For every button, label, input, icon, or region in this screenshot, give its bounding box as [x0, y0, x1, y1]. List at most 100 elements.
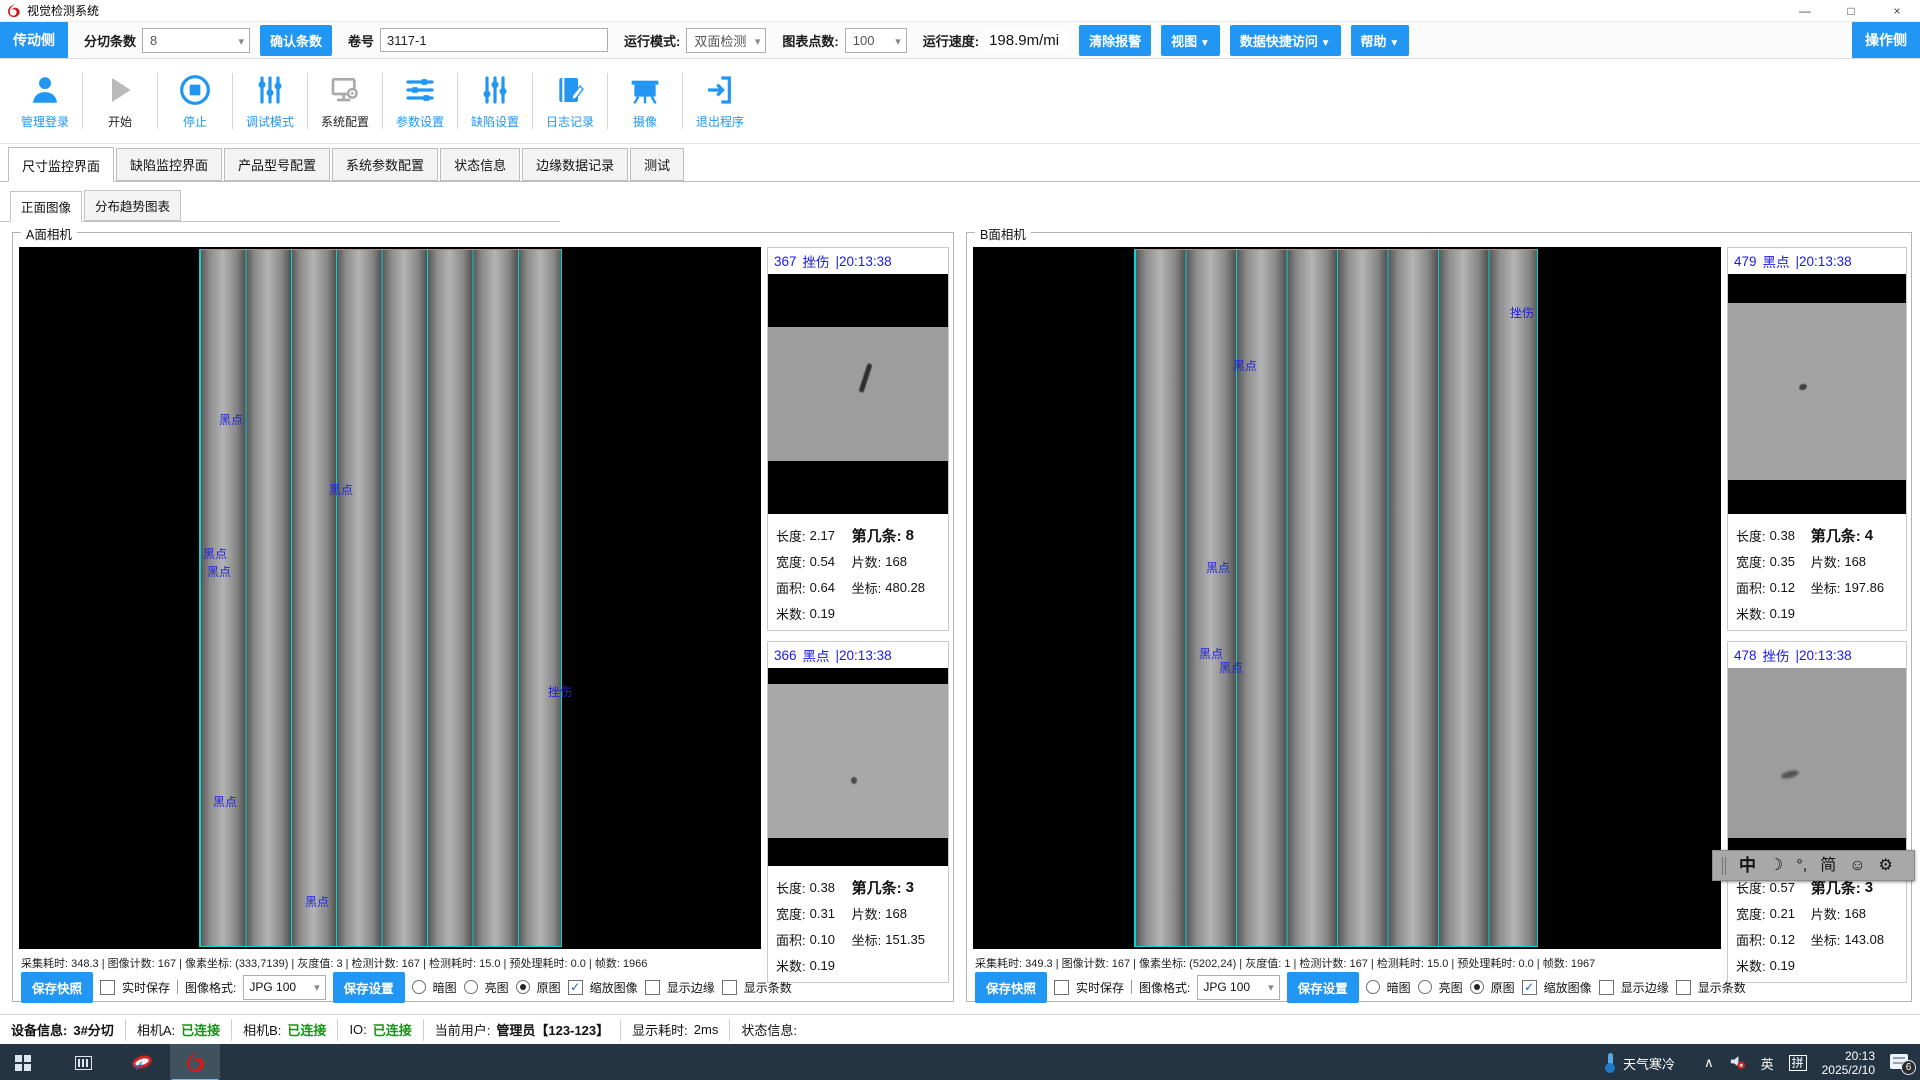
tab-system-param-config[interactable]: 系统参数配置: [332, 148, 438, 181]
bright-image-radio[interactable]: [1418, 980, 1432, 994]
start-button[interactable]: 开始: [83, 59, 157, 143]
debug-mode-button[interactable]: 调试模式: [233, 59, 307, 143]
image-format-label: 图像格式:: [1139, 979, 1190, 996]
tab-defect-monitor[interactable]: 缺陷监控界面: [116, 148, 222, 181]
icon-label: 管理登录: [21, 113, 69, 130]
defect-settings-button[interactable]: 缺陷设置: [458, 59, 532, 143]
tab-product-model-config[interactable]: 产品型号配置: [224, 148, 330, 181]
log-record-button[interactable]: 日志记录: [533, 59, 607, 143]
system-config-button[interactable]: 系统配置: [308, 59, 382, 143]
save-settings-button[interactable]: 保存设置: [333, 972, 405, 1003]
defect-card[interactable]: 478 挫伤 |20:13:38 长度:0.57 宽度:0.21 面积:0.12…: [1727, 641, 1907, 983]
stat-value: 0.19: [1770, 958, 1795, 973]
defect-card[interactable]: 367 挫伤 |20:13:38 长度:2.17 宽度:0.54 面积:0.64…: [767, 247, 949, 631]
image-format-select[interactable]: JPG 100: [1197, 975, 1279, 1000]
tray-expand-icon[interactable]: ∧: [1704, 1055, 1714, 1071]
show-strip-count-checkbox[interactable]: [722, 980, 737, 995]
stop-button[interactable]: 停止: [158, 59, 232, 143]
punctuation-toggle[interactable]: °,: [1796, 858, 1807, 874]
sliders-vertical-icon: [477, 72, 513, 108]
view-menu-button[interactable]: 视图: [1161, 25, 1220, 56]
clock-time: 20:13: [1822, 1049, 1875, 1063]
drive-side-button[interactable]: 传动侧: [0, 22, 68, 58]
taskbar-clock[interactable]: 20:13 2025/2/10: [1822, 1049, 1875, 1077]
admin-login-button[interactable]: 管理登录: [8, 59, 82, 143]
zoom-image-checkbox[interactable]: [568, 980, 583, 995]
data-quick-access-menu-button[interactable]: 数据快捷访问: [1230, 25, 1341, 56]
task-view-button[interactable]: [60, 1044, 106, 1080]
device-info: 设备信息: 3#分切: [0, 1019, 126, 1041]
realtime-save-checkbox[interactable]: [100, 980, 115, 995]
save-settings-button[interactable]: 保存设置: [1287, 972, 1359, 1003]
original-image-radio[interactable]: [516, 980, 530, 994]
volume-muted-icon[interactable]: [1729, 1053, 1746, 1073]
chart-points-select[interactable]: 100: [845, 28, 907, 53]
weather-widget[interactable]: 天气寒冷: [1603, 1053, 1675, 1073]
defect-card[interactable]: 479 黑点 |20:13:38 长度:0.38 宽度:0.35 面积:0.12…: [1727, 247, 1907, 631]
notification-center-button[interactable]: 6: [1890, 1054, 1912, 1072]
save-snapshot-button[interactable]: 保存快照: [975, 972, 1047, 1003]
stat-label: 面积:: [776, 930, 806, 949]
maximize-button[interactable]: □: [1828, 0, 1874, 21]
run-mode-select[interactable]: 双面检测: [686, 28, 766, 53]
realtime-save-checkbox[interactable]: [1054, 980, 1069, 995]
exit-program-button[interactable]: 退出程序: [683, 59, 757, 143]
image-format-value: JPG 100: [1203, 980, 1250, 994]
help-menu-button[interactable]: 帮助: [1351, 25, 1410, 56]
tab-test[interactable]: 测试: [630, 148, 684, 181]
snipping-tool-button[interactable]: ✂: [120, 1044, 166, 1080]
icon-label: 停止: [183, 113, 207, 130]
panel-camera-a: A面相机 黑点黑点黑点黑点挫伤黑点黑点 367 挫伤 |20:13:38 长度:…: [12, 232, 954, 1002]
moon-icon[interactable]: ☽: [1769, 858, 1783, 874]
gear-icon[interactable]: ⚙: [1879, 858, 1893, 874]
original-image-radio[interactable]: [1470, 980, 1484, 994]
show-strip-count-checkbox[interactable]: [1676, 980, 1691, 995]
input-language-indicator[interactable]: 英: [1761, 1054, 1774, 1073]
dark-image-radio[interactable]: [412, 980, 426, 994]
zoom-image-checkbox[interactable]: [1522, 980, 1537, 995]
close-button[interactable]: ×: [1874, 0, 1920, 21]
image-format-label: 图像格式:: [185, 979, 236, 996]
roll-number-input[interactable]: [380, 28, 608, 52]
defect-sidebar-a: 367 挫伤 |20:13:38 长度:2.17 宽度:0.54 面积:0.64…: [767, 247, 949, 993]
minimize-button[interactable]: —: [1782, 0, 1828, 21]
bright-image-radio[interactable]: [464, 980, 478, 994]
confirm-strips-button[interactable]: 确认条数: [260, 25, 332, 56]
ime-language-toggle[interactable]: 中: [1739, 857, 1756, 874]
thermometer-icon: [1603, 1053, 1617, 1073]
save-snapshot-button[interactable]: 保存快照: [21, 972, 93, 1003]
vision-app-taskbar-button[interactable]: [170, 1044, 220, 1080]
drag-handle[interactable]: [1722, 857, 1726, 875]
subtab-distribution-chart[interactable]: 分布趋势图表: [84, 190, 181, 221]
camera-button[interactable]: 摄像: [608, 59, 682, 143]
clear-alarm-button[interactable]: 清除报警: [1079, 25, 1151, 56]
show-edge-checkbox[interactable]: [1599, 980, 1614, 995]
tab-status-info[interactable]: 状态信息: [440, 148, 520, 181]
slit-count-select[interactable]: 8: [142, 28, 250, 53]
stat-value: 0.64: [810, 580, 835, 595]
stat-label: 米数:: [776, 956, 806, 975]
emoji-icon[interactable]: ☺: [1849, 858, 1865, 874]
stat-value: 0.10: [810, 932, 835, 947]
device-info-value: 3#分切: [73, 1020, 113, 1039]
io-connected-badge: 已连接: [373, 1020, 412, 1039]
dark-image-radio[interactable]: [1366, 980, 1380, 994]
chevron-down-icon: [308, 980, 320, 994]
stat-value: 0.57: [1770, 880, 1795, 895]
pinyin-ime-indicator[interactable]: 拼: [1789, 1055, 1807, 1071]
window-title: 视觉检测系统: [27, 2, 99, 19]
roll-number-label: 卷号: [348, 31, 374, 50]
tab-size-monitor[interactable]: 尺寸监控界面: [8, 147, 114, 182]
defect-stats: 长度:2.17 宽度:0.54 面积:0.64 米数:0.19 第几条:8 片数…: [768, 514, 948, 630]
simplified-chinese-toggle[interactable]: 简: [1820, 858, 1836, 874]
parameter-settings-button[interactable]: 参数设置: [383, 59, 457, 143]
operator-side-button[interactable]: 操作侧: [1852, 22, 1920, 58]
tab-edge-data-record[interactable]: 边缘数据记录: [522, 148, 628, 181]
show-edge-checkbox[interactable]: [645, 980, 660, 995]
current-user-label: 当前用户:: [435, 1020, 491, 1039]
defect-card[interactable]: 366 黑点 |20:13:38 长度:0.38 宽度:0.31 面积:0.10…: [767, 641, 949, 983]
stat-label: 宽度:: [776, 552, 806, 571]
start-button[interactable]: [0, 1044, 46, 1080]
image-format-select[interactable]: JPG 100: [243, 975, 325, 1000]
subtab-front-image[interactable]: 正面图像: [10, 191, 82, 222]
